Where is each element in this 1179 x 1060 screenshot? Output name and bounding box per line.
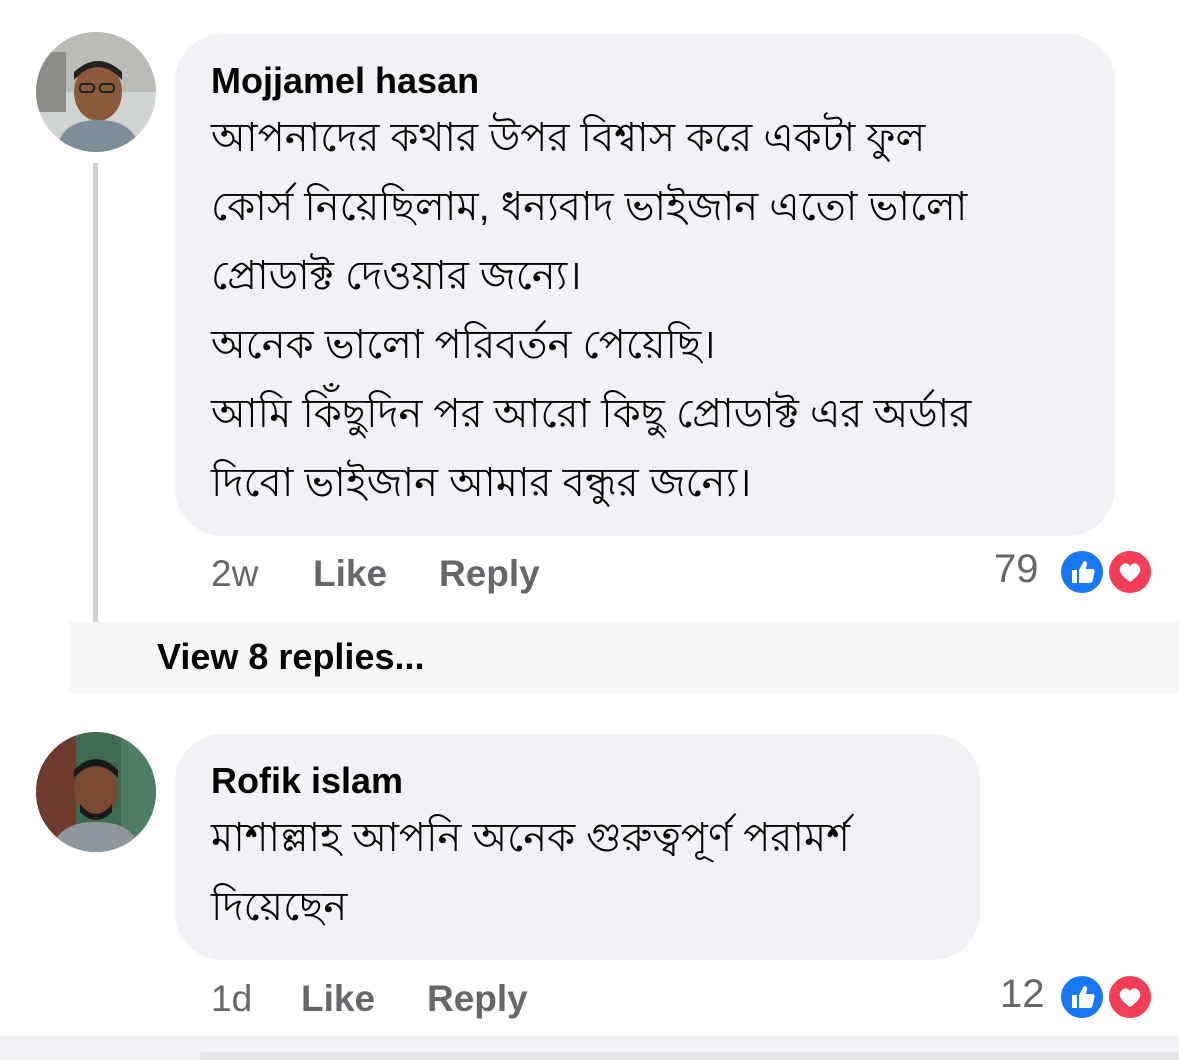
avatar-rofik-islam[interactable]: [36, 732, 156, 852]
reaction-count[interactable]: 79: [994, 547, 1039, 592]
view-replies-bar[interactable]: View 8 replies...: [69, 622, 1179, 693]
thumbs-up-icon: [1058, 548, 1106, 596]
like-button[interactable]: Like: [301, 978, 375, 1020]
thumbs-up-icon: [1058, 973, 1106, 1021]
comment-text: আপনাদের কথার উপর বিশ্বাস করে একটা ফুল কো…: [211, 104, 971, 518]
comment-line: আমি কিঁছুদিন পর আরো কিছু প্রোডাক্ট এর অর…: [211, 392, 972, 436]
comment-actions: 2w Like Reply: [211, 553, 811, 603]
reply-button[interactable]: Reply: [427, 978, 528, 1020]
comment-author[interactable]: Mojjamel hasan: [211, 60, 479, 102]
heart-icon: [1106, 548, 1154, 596]
comment-line: দিয়েছেন: [211, 885, 348, 929]
comment-actions: 1d Like Reply: [211, 978, 811, 1028]
reply-button[interactable]: Reply: [439, 553, 540, 595]
comment-line: দিবো ভাইজান আমার বন্ধুর জন্যে।: [211, 461, 752, 505]
comment-timestamp[interactable]: 2w: [211, 553, 258, 595]
comment-line: অনেক ভালো পরিবর্তন পেয়েছি।: [211, 323, 716, 367]
view-replies-link[interactable]: View 8 replies...: [157, 636, 425, 678]
comment-line: মাশাল্লাহ আপনি অনেক গুরুত্বপূর্ণ পরামর্শ: [211, 816, 850, 860]
reaction-count[interactable]: 12: [1000, 972, 1045, 1017]
comment-line: প্রোডাক্ট দেওয়ার জন্যে।: [211, 254, 582, 298]
profile-photo: [36, 32, 156, 152]
comment-line: আপনাদের কথার উপর বিশ্বাস করে একটা ফুল: [211, 116, 926, 160]
profile-photo: [36, 732, 156, 852]
comment-text: মাশাল্লাহ আপনি অনেক গুরুত্বপূর্ণ পরামর্শ…: [211, 804, 850, 942]
avatar-mojjamel-hasan[interactable]: [36, 32, 156, 152]
comment-line: কোর্স নিয়েছিলাম, ধন্যবাদ ভাইজান এতো ভাল…: [211, 185, 968, 229]
like-button[interactable]: Like: [313, 553, 387, 595]
reply-thread-line: [93, 163, 133, 663]
comment-timestamp[interactable]: 1d: [211, 978, 252, 1020]
comments-section: Mojjamel hasan আপনাদের কথার উপর বিশ্বাস …: [0, 0, 1179, 1060]
comment-author[interactable]: Rofik islam: [211, 760, 403, 802]
heart-icon: [1106, 973, 1154, 1021]
bottom-divider: [0, 1036, 1179, 1060]
next-comment-edge: [200, 1052, 1179, 1060]
